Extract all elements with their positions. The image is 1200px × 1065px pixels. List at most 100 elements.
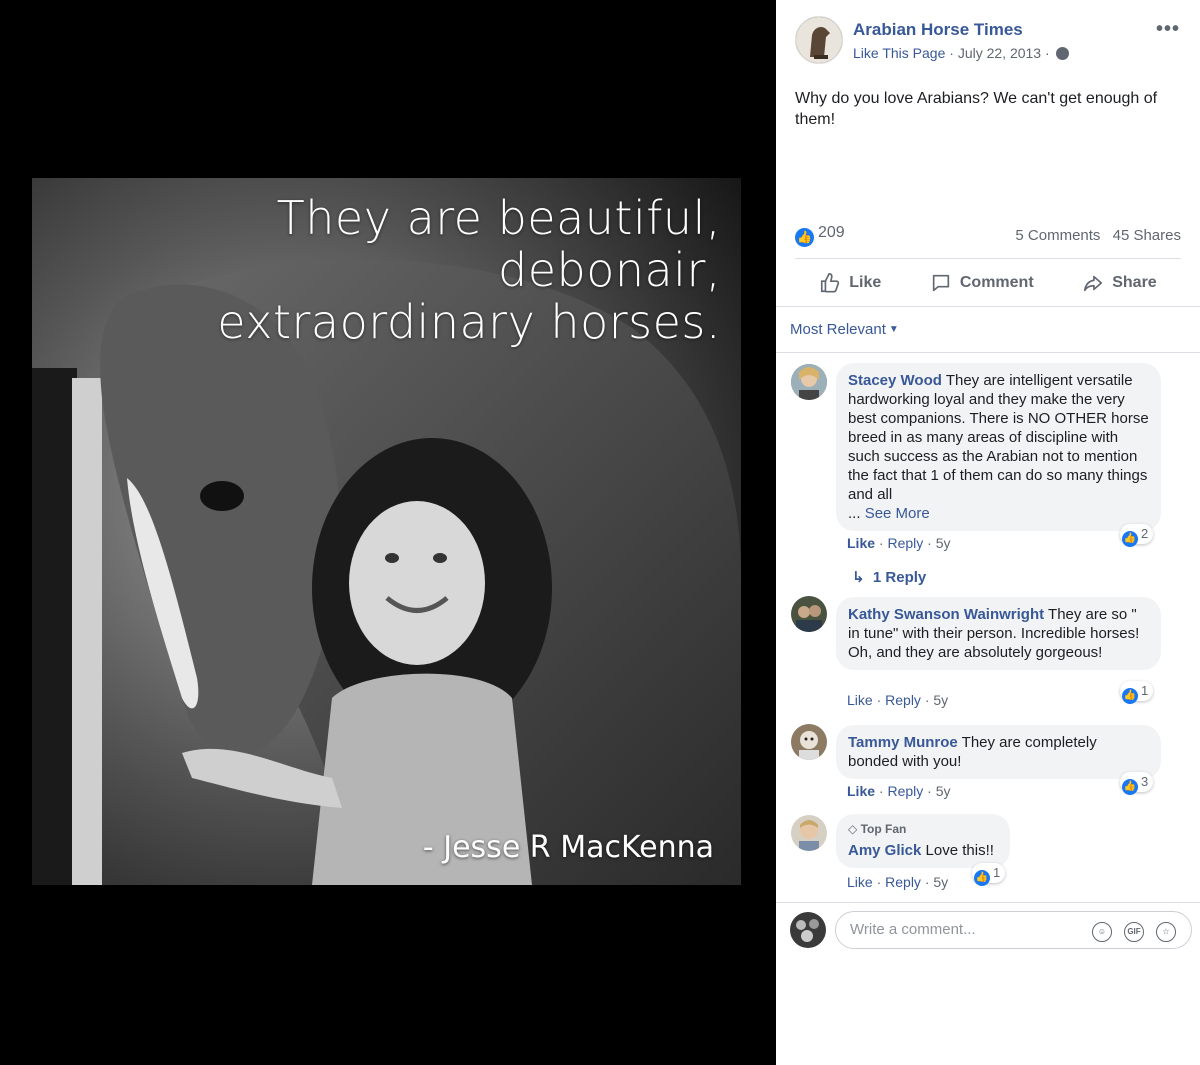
comment-reply-link[interactable]: Reply: [885, 692, 921, 708]
engagement-counts: 5 Comments 45 Shares: [1015, 227, 1181, 244]
quote-attribution: - Jesse R MacKenna: [422, 830, 714, 865]
comment-text: Love this!!: [925, 842, 994, 859]
page-name-link[interactable]: Arabian Horse Times: [853, 20, 1023, 40]
reaction-count: 2: [1141, 526, 1149, 541]
post-photo[interactable]: They are beautiful, debonair, extraordin…: [32, 178, 741, 885]
like-button-label: Like: [849, 273, 882, 291]
comment-text: They are intelligent versatile hardworki…: [848, 372, 1149, 503]
caret-down-icon: ▼: [888, 324, 899, 335]
comment-bubble: ◇ Top Fan Amy Glick Love this!!: [836, 814, 1010, 868]
avatar-image: [791, 815, 827, 851]
quote-text: They are beautiful, debonair, extraordin…: [41, 192, 721, 348]
comment-actions: Like · Reply · 5y: [847, 783, 951, 799]
comment-button[interactable]: Comment: [930, 272, 1034, 294]
comment-reply-link[interactable]: Reply: [885, 874, 921, 890]
reply-arrow-icon: ↳: [852, 569, 865, 586]
reaction-count: 209: [818, 224, 845, 241]
avatar[interactable]: [791, 724, 827, 760]
comment-actions: Like · Reply · 5y: [847, 692, 949, 708]
quote-line-1: They are beautiful, debonair,: [276, 191, 721, 297]
comment-button-label: Comment: [959, 273, 1034, 291]
top-fan-badge: ◇ Top Fan: [848, 820, 998, 839]
avatar[interactable]: [791, 364, 827, 400]
comment-reaction-pill[interactable]: 👍 2: [1120, 524, 1154, 547]
sort-label: Most Relevant: [790, 321, 886, 338]
shares-count-link[interactable]: 45 Shares: [1113, 227, 1181, 244]
avatar-image: [791, 596, 827, 632]
meta-separator: ·: [949, 45, 954, 61]
like-icon: 👍: [1122, 688, 1138, 704]
reaction-count: 3: [1141, 774, 1149, 789]
composer-icons: ☺ GIF ☆: [1092, 922, 1176, 942]
comment-reply-link[interactable]: Reply: [887, 783, 923, 799]
comment-bubble: Kathy Swanson Wainwright They are so " i…: [836, 597, 1161, 670]
like-button[interactable]: Like: [819, 272, 881, 294]
comment-like-link[interactable]: Like: [847, 783, 875, 799]
diamond-icon: ◇: [848, 822, 858, 836]
comment-author[interactable]: Stacey Wood: [848, 372, 942, 389]
comment-time[interactable]: 5y: [936, 783, 951, 799]
avatar-image: [791, 724, 827, 760]
like-icon: 👍: [1122, 779, 1138, 795]
comment-author[interactable]: Tammy Munroe: [848, 734, 958, 751]
comment-author[interactable]: Amy Glick: [848, 842, 921, 859]
comment-item: ◇ Top Fan Amy Glick Love this!! 👍 1 Like …: [776, 813, 1200, 897]
avatar-image: [790, 912, 826, 948]
comment-like-link[interactable]: Like: [847, 692, 873, 708]
emoji-icon[interactable]: ☺: [1092, 922, 1112, 942]
avatar: [790, 912, 826, 948]
like-page-link[interactable]: Like This Page: [853, 45, 945, 61]
like-icon: 👍: [974, 870, 990, 886]
comment-time[interactable]: 5y: [933, 692, 948, 708]
post-action-bar: Like Comment Share: [795, 258, 1181, 306]
comment-reaction-pill[interactable]: 👍 3: [1120, 772, 1154, 795]
comment-composer: Write a comment... ☺ GIF ☆: [776, 902, 1200, 958]
like-icon: 👍: [1122, 531, 1138, 547]
comment-time[interactable]: 5y: [933, 874, 948, 890]
avatar[interactable]: [791, 596, 827, 632]
comment-like-link[interactable]: Like: [847, 874, 873, 890]
replies-count: 1 Reply: [872, 569, 927, 586]
comment-actions: Like · Reply · 5y: [847, 535, 951, 551]
share-button-label: Share: [1112, 273, 1157, 291]
comment-item: Tammy Munroe They are completely bonded …: [776, 722, 1200, 806]
post-meta: Like This Page · July 22, 2013 ·: [853, 45, 1069, 61]
share-button[interactable]: Share: [1082, 272, 1157, 294]
meta-separator: ·: [1045, 45, 1050, 61]
photo-viewer: They are beautiful, debonair, extraordin…: [0, 0, 776, 1065]
comment-item: Stacey Wood They are intelligent versati…: [776, 360, 1200, 590]
top-fan-label: Top Fan: [860, 822, 907, 836]
see-more-link[interactable]: See More: [865, 505, 930, 522]
comment-bubble: Stacey Wood They are intelligent versati…: [836, 363, 1161, 531]
comment-reaction-pill[interactable]: 👍 1: [1120, 681, 1154, 704]
comment-item: Kathy Swanson Wainwright They are so " i…: [776, 594, 1200, 714]
comment-reaction-pill[interactable]: 👍 1: [972, 863, 1006, 886]
avatar[interactable]: [791, 815, 827, 851]
reaction-summary[interactable]: 👍 209: [795, 224, 845, 247]
comment-placeholder: Write a comment...: [850, 921, 976, 938]
view-replies-link[interactable]: ↳ 1 Reply: [852, 568, 926, 586]
comments-count-link[interactable]: 5 Comments: [1015, 227, 1100, 244]
post-header: Arabian Horse Times Like This Page · Jul…: [776, 0, 1200, 78]
more-options-icon[interactable]: •••: [1156, 18, 1180, 41]
comment-ellipsis: ...: [848, 505, 861, 522]
post-stats: 👍 209 5 Comments 45 Shares: [776, 212, 1200, 258]
avatar-image: [791, 364, 827, 400]
gif-icon[interactable]: GIF: [1124, 922, 1144, 942]
quote-line-2: extraordinary horses.: [217, 295, 721, 349]
post-panel: Arabian Horse Times Like This Page · Jul…: [776, 0, 1200, 1065]
comment-like-link[interactable]: Like: [847, 535, 875, 551]
page-avatar[interactable]: [795, 16, 843, 64]
like-icon: 👍: [795, 228, 814, 247]
post-text: Why do you love Arabians? We can't get e…: [795, 90, 1158, 128]
reaction-count: 1: [993, 865, 1001, 880]
comment-icon: [932, 274, 950, 291]
comment-author[interactable]: Kathy Swanson Wainwright: [848, 606, 1044, 623]
horse-logo-icon: [796, 17, 842, 63]
comment-actions: Like · Reply · 5y: [847, 874, 949, 890]
comment-time[interactable]: 5y: [936, 535, 951, 551]
comment-reply-link[interactable]: Reply: [887, 535, 923, 551]
post-date[interactable]: July 22, 2013: [958, 45, 1041, 61]
sticker-icon[interactable]: ☆: [1156, 922, 1176, 942]
comment-sort-dropdown[interactable]: Most Relevant ▼: [776, 307, 1200, 353]
